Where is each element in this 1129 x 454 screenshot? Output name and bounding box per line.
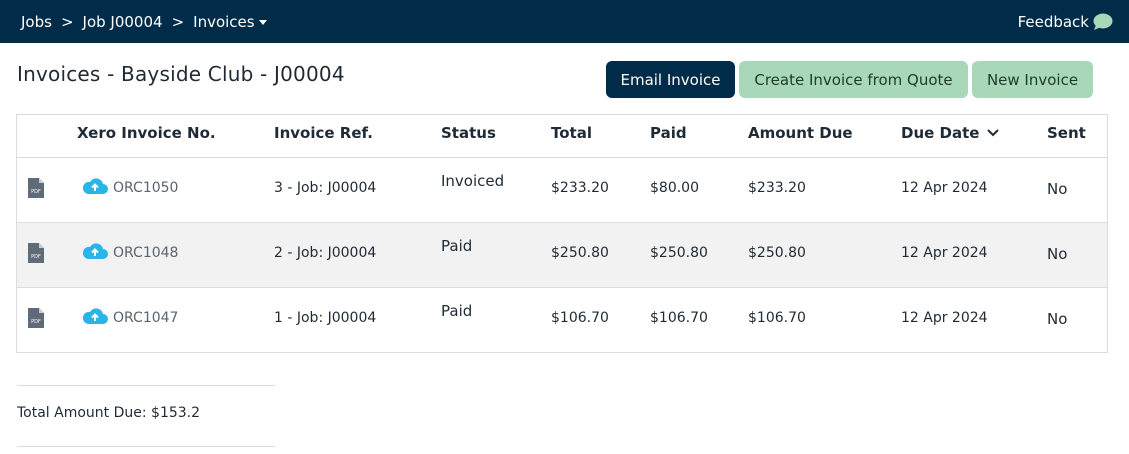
amount-due: $250.80 <box>748 245 806 261</box>
total: $250.80 <box>551 245 609 261</box>
cloud-upload-icon[interactable] <box>82 242 108 260</box>
new-invoice-button[interactable]: New Invoice <box>972 61 1093 98</box>
due-date: 12 Apr 2024 <box>901 245 988 261</box>
breadcrumb-job[interactable]: Job J00004 <box>83 13 163 31</box>
paid: $80.00 <box>650 180 699 196</box>
invoice-ref: 1 - Job: J00004 <box>274 310 377 326</box>
invoices-table: Xero Invoice No. Invoice Ref. Status Tot… <box>16 114 1108 353</box>
paid: $250.80 <box>650 245 708 261</box>
header-sent[interactable]: Sent <box>1047 115 1086 158</box>
feedback-label: Feedback <box>1017 12 1089 31</box>
amount-due: $233.20 <box>748 180 806 196</box>
chevron-down-icon <box>987 129 1000 137</box>
header-invoice-ref[interactable]: Invoice Ref. <box>274 115 373 158</box>
speech-bubble-icon <box>1093 13 1113 30</box>
breadcrumb-invoices-label: Invoices <box>193 12 255 31</box>
caret-down-icon <box>258 19 267 25</box>
invoice-ref: 3 - Job: J00004 <box>274 180 377 196</box>
header-paid[interactable]: Paid <box>650 115 687 158</box>
due-date: 12 Apr 2024 <box>901 310 988 326</box>
header-status[interactable]: Status <box>441 115 496 158</box>
table-row: PDF ORC1048 2 - Job: J00004 Paid $250.80… <box>17 223 1107 288</box>
status: Invoiced <box>441 172 505 190</box>
xero-invoice-link[interactable]: ORC1047 <box>113 310 178 326</box>
total: $106.70 <box>551 310 609 326</box>
header-amount-due[interactable]: Amount Due <box>748 115 853 158</box>
sent: No <box>1047 180 1068 198</box>
total-summary: Total Amount Due: $153.2 <box>17 385 275 447</box>
header-xero-invoice-no[interactable]: Xero Invoice No. <box>77 115 216 158</box>
create-invoice-from-quote-button[interactable]: Create Invoice from Quote <box>739 61 968 98</box>
sent: No <box>1047 245 1068 263</box>
xero-invoice-link[interactable]: ORC1050 <box>113 180 178 196</box>
cloud-upload-icon[interactable] <box>82 177 108 195</box>
amount-due: $106.70 <box>748 310 806 326</box>
cloud-upload-icon[interactable] <box>82 307 108 325</box>
status: Paid <box>441 302 473 320</box>
header-total[interactable]: Total <box>551 115 592 158</box>
table-row: PDF ORC1050 3 - Job: J00004 Invoiced $23… <box>17 158 1107 223</box>
table-header: Xero Invoice No. Invoice Ref. Status Tot… <box>17 115 1107 158</box>
due-date: 12 Apr 2024 <box>901 180 988 196</box>
pdf-icon[interactable]: PDF <box>28 308 44 328</box>
email-invoice-button[interactable]: Email Invoice <box>606 61 735 98</box>
total-amount-due: Total Amount Due: $153.2 <box>17 405 201 421</box>
breadcrumb-separator: > <box>60 12 74 31</box>
xero-invoice-link[interactable]: ORC1048 <box>113 245 178 261</box>
header-due-date[interactable]: Due Date <box>901 115 1000 158</box>
svg-text:PDF: PDF <box>31 254 41 260</box>
status: Paid <box>441 237 473 255</box>
feedback-button[interactable]: Feedback <box>1018 0 1113 43</box>
breadcrumb-jobs[interactable]: Jobs <box>21 13 52 31</box>
paid: $106.70 <box>650 310 708 326</box>
breadcrumb-separator: > <box>171 12 185 31</box>
total: $233.20 <box>551 180 609 196</box>
invoice-ref: 2 - Job: J00004 <box>274 245 377 261</box>
pdf-icon[interactable]: PDF <box>28 178 44 198</box>
top-nav-bar: Jobs > Job J00004 > Invoices Feedback <box>0 0 1129 43</box>
breadcrumb-invoices-dropdown[interactable]: Invoices <box>193 12 267 31</box>
table-row: PDF ORC1047 1 - Job: J00004 Paid $106.70… <box>17 288 1107 353</box>
sent: No <box>1047 310 1068 328</box>
page-title: Invoices - Bayside Club - J00004 <box>17 62 345 86</box>
pdf-icon[interactable]: PDF <box>28 243 44 263</box>
header-due-date-label: Due Date <box>901 124 980 142</box>
svg-text:PDF: PDF <box>31 189 41 195</box>
svg-text:PDF: PDF <box>31 319 41 325</box>
